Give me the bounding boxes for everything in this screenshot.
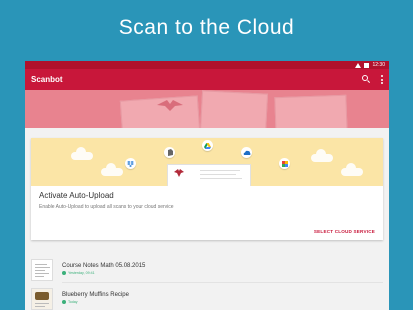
google-drive-icon bbox=[202, 140, 213, 151]
document-thumbnail bbox=[31, 259, 53, 281]
wifi-icon bbox=[355, 62, 362, 68]
cloud-services-illustration bbox=[31, 138, 383, 186]
tablet-screen: 12:30 Scanbot Activate Auto-Upload Enabl… bbox=[25, 61, 389, 310]
document-image bbox=[199, 90, 269, 128]
synced-icon bbox=[62, 271, 66, 275]
battery-icon bbox=[364, 62, 370, 68]
select-cloud-service-button[interactable]: SELECT CLOUD SERVICE bbox=[314, 229, 375, 234]
document-title: Course Notes Math 05.08.2015 bbox=[62, 263, 146, 269]
app-bar: Scanbot bbox=[25, 69, 389, 90]
status-time: 12:30 bbox=[372, 62, 385, 68]
text-line bbox=[200, 174, 236, 175]
list-item[interactable]: Course Notes Math 05.08.2015 Yesterday, … bbox=[31, 254, 383, 282]
promo-headline: Scan to the Cloud bbox=[118, 16, 295, 39]
list-item[interactable]: Blueberry Muffins Recipe Today bbox=[31, 283, 383, 310]
scanned-document-preview bbox=[167, 164, 251, 186]
document-logo-icon bbox=[174, 169, 184, 177]
text-line bbox=[200, 178, 242, 179]
synced-icon bbox=[62, 300, 66, 304]
box-icon bbox=[279, 158, 290, 169]
document-status: Yesterday, 09:41 bbox=[68, 271, 95, 275]
dropbox-icon bbox=[125, 158, 136, 169]
cloud-shape bbox=[341, 163, 363, 176]
evernote-icon bbox=[164, 147, 175, 158]
document-status: Today bbox=[68, 300, 78, 304]
search-icon[interactable] bbox=[362, 75, 371, 84]
cloud-shape bbox=[71, 147, 93, 160]
more-options-icon[interactable] bbox=[381, 75, 383, 84]
app-title: Scanbot bbox=[31, 75, 63, 84]
auto-upload-card: Activate Auto-Upload Enable Auto-Upload … bbox=[31, 138, 383, 240]
status-bar: 12:30 bbox=[25, 61, 389, 69]
document-thumbnail bbox=[31, 288, 53, 310]
onedrive-icon bbox=[241, 147, 252, 158]
text-line bbox=[200, 170, 240, 171]
document-title: Blueberry Muffins Recipe bbox=[62, 292, 129, 298]
document-list: Course Notes Math 05.08.2015 Yesterday, … bbox=[31, 254, 383, 310]
document-image bbox=[274, 94, 348, 128]
cloud-shape bbox=[311, 149, 333, 162]
header-banner-image bbox=[25, 90, 389, 128]
cloud-shape bbox=[101, 163, 123, 176]
card-description: Enable Auto-Upload to upload all scans t… bbox=[39, 204, 174, 210]
eagle-logo-icon bbox=[157, 100, 183, 111]
card-title: Activate Auto-Upload bbox=[39, 191, 114, 200]
